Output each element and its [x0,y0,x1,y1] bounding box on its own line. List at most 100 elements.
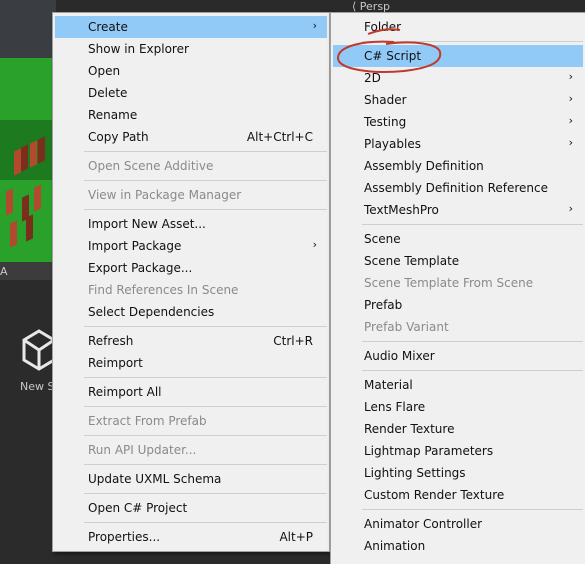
submenu-item-assembly-definition-reference[interactable]: Assembly Definition Reference [333,177,583,199]
submenu-item-animation[interactable]: Animation [333,535,583,557]
menu-item-extract-from-prefab[interactable]: Extract From Prefab [55,410,327,432]
menu-item-label: Reimport All [88,385,162,399]
submenu-item-scene-template[interactable]: Scene Template [333,250,583,272]
scene-view [0,0,56,262]
chevron-right-icon: › [568,202,573,215]
submenu-item-folder[interactable]: Folder [333,16,583,38]
submenu-item-lightmap-parameters[interactable]: Lightmap Parameters [333,440,583,462]
menu-item-label: Import Package [88,239,182,253]
menu-item-import-package[interactable]: Import Package › [55,235,327,257]
menu-item-open-scene-additive[interactable]: Open Scene Additive [55,155,327,177]
panel-toolbar: A [0,262,56,280]
menu-item-run-api-updater[interactable]: Run API Updater... [55,439,327,461]
menu-item-properties[interactable]: Properties... Alt+P [55,526,327,548]
menu-item-update-uxml-schema[interactable]: Update UXML Schema [55,468,327,490]
menu-item-label: Playables [364,137,421,151]
menu-divider [362,341,583,342]
chevron-right-icon: › [568,114,573,127]
submenu-item-animator-controller[interactable]: Animator Controller [333,513,583,535]
menu-divider [362,224,583,225]
menu-item-open-csharp-project[interactable]: Open C# Project [55,497,327,519]
scene-object [14,148,21,176]
menu-item-copy-path[interactable]: Copy Path Alt+Ctrl+C [55,126,327,148]
scene-object [30,140,37,168]
menu-divider [362,41,583,42]
menu-item-label: View in Package Manager [88,188,242,202]
menu-divider [84,180,327,181]
menu-item-find-references-in-scene[interactable]: Find References In Scene [55,279,327,301]
menu-divider [362,509,583,510]
menu-item-label: Delete [88,86,128,100]
menu-divider [84,464,327,465]
submenu-item-prefab[interactable]: Prefab [333,294,583,316]
shortcut-label: Alt+Ctrl+C [246,130,313,144]
scene-object [6,188,13,216]
menu-item-export-package[interactable]: Export Package... [55,257,327,279]
menu-divider [84,522,327,523]
submenu-item-audio-mixer[interactable]: Audio Mixer [333,345,583,367]
menu-item-label: Material [364,378,413,392]
menu-item-label: Lightmap Parameters [364,444,494,458]
submenu-item-2d[interactable]: 2D › [333,67,583,89]
create-submenu: Folder C# Script 2D › Shader › Testing › Pl… [330,12,585,564]
menu-item-label: Import New Asset... [88,217,206,231]
new-item-label[interactable]: New S [20,380,54,393]
scene-object [10,220,17,248]
menu-item-label: Prefab [364,298,403,312]
menu-item-reimport[interactable]: Reimport [55,352,327,374]
menu-item-label: Create [88,20,128,34]
menu-divider [84,493,327,494]
submenu-item-lens-flare[interactable]: Lens Flare [333,396,583,418]
menu-item-label: C# Script [364,49,422,63]
menu-item-select-dependencies[interactable]: Select Dependencies [55,301,327,323]
menu-item-label: Scene [364,232,401,246]
menu-item-show-in-explorer[interactable]: Show in Explorer [55,38,327,60]
submenu-item-csharp-script[interactable]: C# Script [333,45,583,67]
menu-item-label: Scene Template From Scene [364,276,534,290]
menu-item-label: Scene Template [364,254,460,268]
submenu-item-playables[interactable]: Playables › [333,133,583,155]
menu-item-label: Show in Explorer [88,42,189,56]
menu-item-label: Extract From Prefab [88,414,207,428]
submenu-item-render-texture[interactable]: Render Texture [333,418,583,440]
menu-item-reimport-all[interactable]: Reimport All [55,381,327,403]
submenu-item-custom-render-texture[interactable]: Custom Render Texture [333,484,583,506]
menu-item-label: Animation [364,539,426,553]
submenu-item-testing[interactable]: Testing › [333,111,583,133]
submenu-item-prefab-variant[interactable]: Prefab Variant [333,316,583,338]
menu-divider [84,326,327,327]
menu-item-label: Run API Updater... [88,443,197,457]
submenu-item-lighting-settings[interactable]: Lighting Settings [333,462,583,484]
submenu-item-textmeshpro[interactable]: TextMeshPro › [333,199,583,221]
submenu-item-scene[interactable]: Scene [333,228,583,250]
menu-item-label: Shader [364,93,407,107]
menu-divider [84,406,327,407]
ground-shadow [0,120,56,180]
menu-item-delete[interactable]: Delete [55,82,327,104]
menu-item-label: Open [88,64,121,78]
menu-item-label: Assembly Definition Reference [364,181,549,195]
menu-item-create[interactable]: Create › [55,16,327,38]
submenu-item-scene-template-from-scene[interactable]: Scene Template From Scene [333,272,583,294]
menu-item-label: Testing [364,115,407,129]
submenu-item-shader[interactable]: Shader › [333,89,583,111]
menu-item-label: Prefab Variant [364,320,449,334]
chevron-right-icon: › [568,70,573,83]
submenu-item-assembly-definition[interactable]: Assembly Definition [333,155,583,177]
menu-item-label: Custom Render Texture [364,488,505,502]
submenu-item-material[interactable]: Material [333,374,583,396]
menu-divider [84,151,327,152]
menu-item-label: Copy Path [88,130,149,144]
project-panel [0,280,56,564]
menu-item-refresh[interactable]: Refresh Ctrl+R [55,330,327,352]
menu-item-rename[interactable]: Rename [55,104,327,126]
menu-item-label: Reimport [88,356,143,370]
menu-item-label: Folder [364,20,402,34]
menu-item-label: Update UXML Schema [88,472,222,486]
menu-item-label: Audio Mixer [364,349,435,363]
menu-item-label: TextMeshPro [364,203,439,217]
menu-item-label: 2D [364,71,381,85]
menu-item-open[interactable]: Open [55,60,327,82]
menu-item-import-new-asset[interactable]: Import New Asset... [55,213,327,235]
menu-item-view-in-package-manager[interactable]: View in Package Manager [55,184,327,206]
